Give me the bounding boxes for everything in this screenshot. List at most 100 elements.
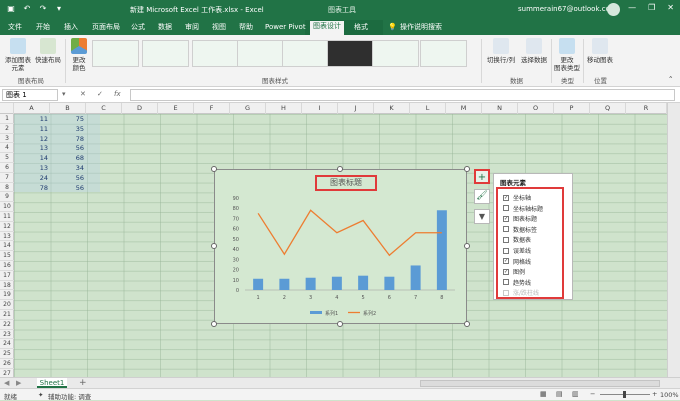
move-chart-button[interactable]: 移动图表 [585, 38, 615, 64]
checkbox[interactable] [503, 226, 509, 233]
tab-review[interactable]: 审阅 [182, 22, 202, 33]
checkbox[interactable]: ✓ [503, 268, 509, 275]
resize-handle[interactable] [464, 321, 470, 327]
checkbox[interactable]: ✓ [503, 258, 509, 265]
column-header[interactable]: A [14, 103, 50, 114]
chart-style-4[interactable] [237, 40, 284, 67]
account-name[interactable]: summerain67@outlook.com [518, 5, 617, 13]
checkbox[interactable] [503, 236, 509, 243]
undo-icon[interactable]: ↶ [22, 4, 32, 14]
column-header[interactable]: B [50, 103, 86, 114]
cell-value[interactable]: 13 [14, 144, 48, 152]
cell-value[interactable]: 78 [50, 135, 84, 143]
chart-filter-icon[interactable]: ▼ [474, 209, 490, 224]
insert-function-icon[interactable]: fx [114, 90, 121, 98]
chart-element-option[interactable]: ✓ 坐标轴 [503, 193, 531, 202]
checkbox[interactable] [503, 205, 509, 212]
row-header[interactable]: 11 [0, 212, 14, 222]
row-header[interactable]: 1 [0, 114, 14, 124]
column-header[interactable]: P [554, 103, 590, 114]
resize-handle[interactable] [464, 166, 470, 172]
column-header[interactable]: J [338, 103, 374, 114]
column-header[interactable]: L [410, 103, 446, 114]
close-button[interactable]: ✕ [667, 3, 674, 12]
chart-element-option[interactable]: 趋势线 [503, 278, 531, 287]
row-header[interactable]: 22 [0, 320, 14, 330]
tab-formulas[interactable]: 公式 [128, 22, 148, 33]
normal-view-icon[interactable]: ▦ [540, 390, 547, 398]
column-header[interactable]: F [194, 103, 230, 114]
zoom-in-button[interactable]: + [652, 390, 657, 398]
row-header[interactable]: 2 [0, 124, 14, 134]
row-header[interactable]: 17 [0, 271, 14, 281]
row-header[interactable]: 21 [0, 310, 14, 320]
zoom-level[interactable]: 100% [660, 391, 679, 399]
tab-data[interactable]: 数据 [155, 22, 175, 33]
column-header[interactable]: D [122, 103, 158, 114]
switch-row-column-button[interactable]: 切换行/列 [484, 38, 518, 64]
page-layout-view-icon[interactable]: ▤ [556, 390, 563, 398]
row-header[interactable]: 20 [0, 300, 14, 310]
row-header[interactable]: 25 [0, 349, 14, 359]
enter-icon[interactable]: ✓ [97, 90, 103, 98]
chart-style-8[interactable] [420, 40, 467, 67]
tab-help[interactable]: 帮助 [236, 22, 256, 33]
zoom-slider-thumb[interactable] [623, 391, 626, 398]
page-break-view-icon[interactable]: ▥ [572, 390, 579, 398]
row-header[interactable]: 15 [0, 251, 14, 261]
cell-value[interactable]: 24 [14, 174, 48, 182]
tab-format[interactable]: 格式 [351, 22, 371, 33]
chart-element-option[interactable]: 坐标轴标题 [503, 204, 543, 213]
add-sheet-button[interactable]: + [79, 378, 87, 388]
chart-element-option[interactable]: 数据表 [503, 235, 531, 244]
cell-value[interactable]: 78 [14, 184, 48, 192]
save-icon[interactable]: ▣ [6, 4, 16, 14]
resize-handle[interactable] [337, 166, 343, 172]
restore-button[interactable]: ❐ [648, 3, 655, 12]
cell-value[interactable]: 14 [14, 154, 48, 162]
chart-style-7[interactable] [372, 40, 419, 67]
column-header[interactable]: C [86, 103, 122, 114]
row-header[interactable]: 10 [0, 202, 14, 212]
chart-area[interactable]: 图表标题 0 10 20 30 40 50 60 70 80 90 1 2 3 4 5 6 7 8 系列1 系列2 [214, 169, 467, 324]
cell-value[interactable]: 11 [14, 125, 48, 133]
customize-qat-icon[interactable]: ▾ [54, 4, 64, 14]
quick-layout-button[interactable]: 快速布局 [33, 38, 63, 64]
cancel-icon[interactable]: ✕ [80, 90, 86, 98]
cell-value[interactable]: 35 [50, 125, 84, 133]
resize-handle[interactable] [211, 321, 217, 327]
vertical-scrollbar[interactable] [667, 103, 680, 380]
add-chart-element-button[interactable]: 添加图表 元素 [3, 38, 33, 72]
chart-element-option[interactable]: 数据标签 [503, 225, 537, 234]
resize-handle[interactable] [211, 166, 217, 172]
select-all-corner[interactable] [0, 103, 14, 114]
tell-me-search[interactable]: 操作说明搜索 [397, 22, 445, 33]
row-header[interactable]: 23 [0, 330, 14, 340]
row-header[interactable]: 19 [0, 290, 14, 301]
name-box[interactable]: 图表 1 [2, 89, 58, 101]
column-header[interactable]: M [446, 103, 482, 114]
tab-file[interactable]: 文件 [5, 22, 25, 33]
checkbox[interactable]: ✓ [503, 215, 509, 222]
row-header[interactable]: 5 [0, 153, 14, 163]
chart-element-option[interactable]: ✓ 图例 [503, 267, 525, 276]
tab-insert[interactable]: 插入 [61, 22, 81, 33]
chart-element-option[interactable]: ✓ 网格线 [503, 257, 531, 266]
chart-elements-plus-button[interactable]: + [474, 169, 490, 184]
row-header[interactable]: 7 [0, 173, 14, 183]
row-header[interactable]: 3 [0, 134, 14, 144]
column-header[interactable]: K [374, 103, 410, 114]
formula-input[interactable] [130, 89, 675, 101]
chart-style-3[interactable] [192, 40, 239, 67]
cell-value[interactable]: 68 [50, 154, 84, 162]
chart-styles-brush-icon[interactable]: 🖌 [474, 189, 490, 204]
row-header[interactable]: 12 [0, 222, 14, 232]
row-header[interactable]: 4 [0, 143, 14, 154]
tab-view[interactable]: 视图 [209, 22, 229, 33]
cell-value[interactable]: 56 [50, 144, 84, 152]
resize-handle[interactable] [337, 321, 343, 327]
row-header[interactable]: 24 [0, 339, 14, 350]
tab-home[interactable]: 开始 [33, 22, 53, 33]
column-header[interactable]: H [266, 103, 302, 114]
next-sheet-icon[interactable]: ▶ [16, 379, 21, 387]
